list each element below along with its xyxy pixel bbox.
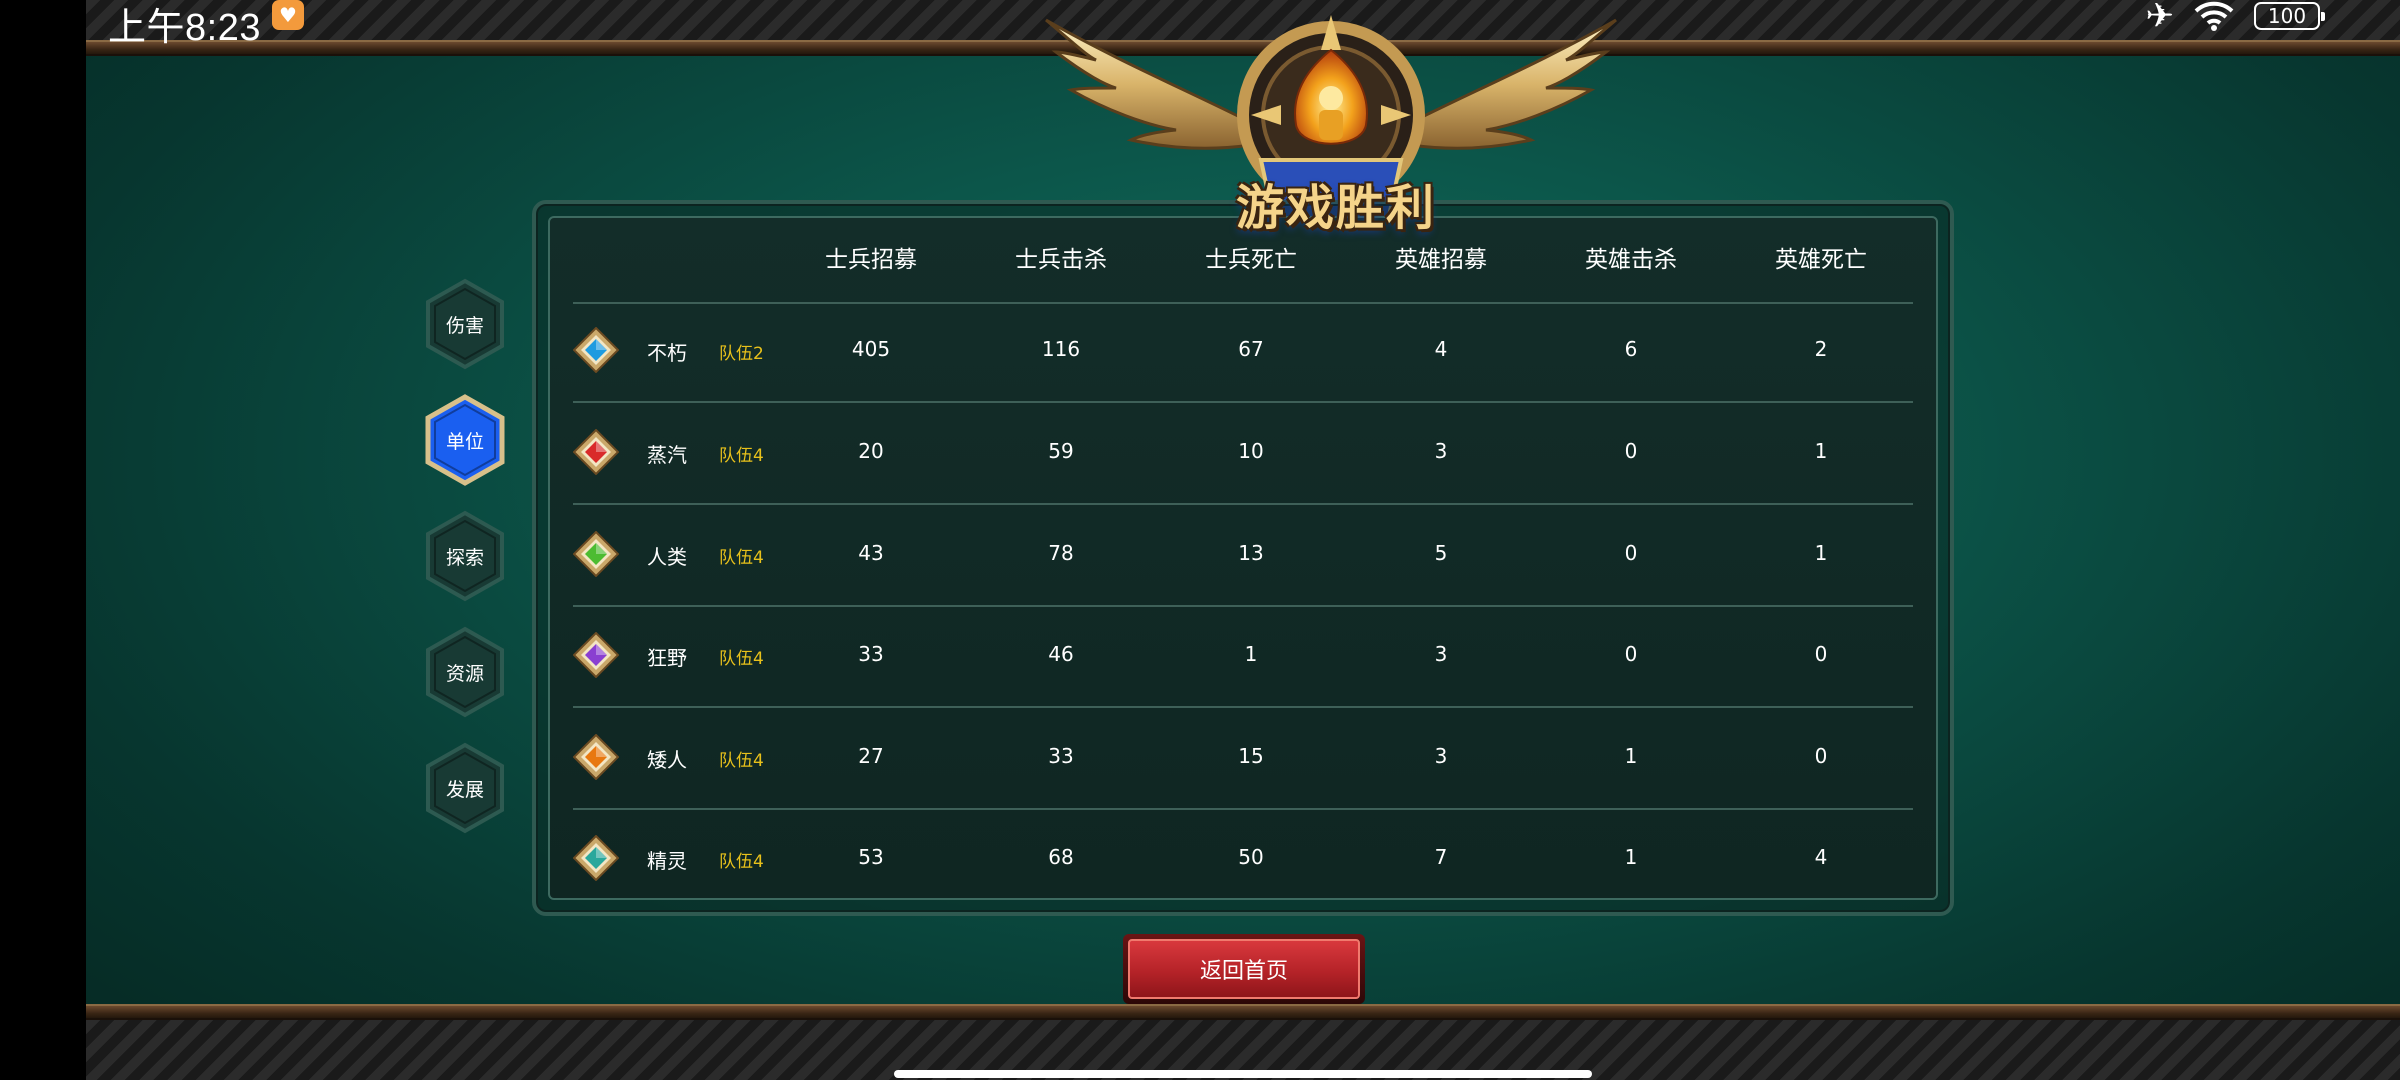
return-home-label: 返回首页 <box>1128 939 1360 999</box>
table-row: 蒸汽 队伍4 20 59 10 3 0 1 <box>573 402 1913 503</box>
stat-cell: 1 <box>1244 642 1258 666</box>
stat-cell: 3 <box>1434 642 1448 666</box>
stat-cell: 0 <box>1624 642 1638 666</box>
column-header: 士兵招募 <box>825 247 917 273</box>
notification-app-icon: ♥ <box>272 0 304 30</box>
stat-cell: 0 <box>1814 642 1828 666</box>
faction-name: 人类 <box>647 545 687 569</box>
faction-gem-icon <box>573 531 619 577</box>
column-header: 英雄招募 <box>1395 247 1487 273</box>
column-header: 英雄击杀 <box>1585 247 1677 273</box>
faction-gem-icon <box>573 835 619 881</box>
team-label: 队伍2 <box>719 344 764 364</box>
side-tab-label: 伤害 <box>445 314 484 337</box>
side-tab[interactable]: 资源 <box>424 626 506 718</box>
wifi-icon <box>2194 1 2234 31</box>
table-row: 狂野 队伍4 33 46 1 3 0 0 <box>573 605 1913 706</box>
home-indicator[interactable] <box>894 1070 1592 1078</box>
stat-cell: 116 <box>1041 337 1081 361</box>
stat-cell: 67 <box>1238 337 1264 361</box>
battery-icon: 100 <box>2254 2 2325 30</box>
screen: 游戏胜利 上午8:23 ♥ ✈ 100 伤害 单位 探索 资源 发展 士兵招募 士兵击杀士… <box>0 0 2400 1080</box>
stat-cell: 1 <box>1814 541 1828 565</box>
stat-cell: 59 <box>1048 439 1074 463</box>
side-tab-label: 发展 <box>445 778 484 801</box>
team-label: 队伍4 <box>719 852 764 872</box>
stat-cell: 27 <box>858 744 884 768</box>
stat-cell: 3 <box>1434 439 1448 463</box>
team-label: 队伍4 <box>719 548 764 568</box>
stat-cell: 3 <box>1434 744 1448 768</box>
team-label: 队伍4 <box>719 649 764 669</box>
stat-cell: 0 <box>1624 439 1638 463</box>
stat-cell: 4 <box>1434 337 1448 361</box>
table-row: 矮人 队伍4 27 33 15 3 1 0 <box>573 707 1913 808</box>
faction-gem-icon <box>573 734 619 780</box>
stat-cell: 15 <box>1238 744 1264 768</box>
stat-cell: 0 <box>1624 541 1638 565</box>
stat-cell: 50 <box>1238 845 1264 869</box>
column-header: 士兵死亡 <box>1205 247 1297 273</box>
faction-name: 不朽 <box>647 341 687 365</box>
side-tab[interactable]: 伤害 <box>424 278 506 370</box>
status-bar: 上午8:23 ♥ ✈ 100 <box>0 0 2400 49</box>
stat-cell: 13 <box>1238 541 1264 565</box>
stat-cell: 405 <box>851 337 891 361</box>
stat-cell: 78 <box>1048 541 1074 565</box>
stat-cell: 33 <box>858 642 884 666</box>
stat-cell: 6 <box>1624 337 1638 361</box>
status-time: 上午8:23 <box>108 7 261 49</box>
stat-cell: 7 <box>1434 845 1448 869</box>
team-label: 队伍4 <box>719 751 764 771</box>
status-right: ✈ 100 <box>2145 0 2325 36</box>
table-row: 人类 队伍4 43 78 13 5 0 1 <box>573 504 1913 605</box>
faction-name: 矮人 <box>647 748 687 772</box>
table-row: 精灵 队伍4 53 68 50 7 1 4 <box>573 808 1913 909</box>
side-tab-label: 资源 <box>445 662 484 685</box>
faction-gem-icon <box>573 429 619 475</box>
stat-cell: 33 <box>1048 744 1074 768</box>
stat-cell: 43 <box>858 541 884 565</box>
faction-name: 蒸汽 <box>647 443 687 467</box>
stat-cell: 68 <box>1048 845 1074 869</box>
side-tab[interactable]: 单位 <box>424 394 506 486</box>
side-tab[interactable]: 探索 <box>424 510 506 602</box>
column-header: 士兵击杀 <box>1015 247 1107 273</box>
stat-cell: 2 <box>1814 337 1828 361</box>
stat-cell: 1 <box>1814 439 1828 463</box>
team-label: 队伍4 <box>719 446 764 466</box>
column-header: 英雄死亡 <box>1775 247 1867 273</box>
return-home-button[interactable]: 返回首页 <box>1123 934 1365 1004</box>
stat-cell: 20 <box>858 439 884 463</box>
stat-cell: 1 <box>1624 845 1638 869</box>
victory-title: 游戏胜利 <box>1235 180 1436 236</box>
side-tab[interactable]: 发展 <box>424 742 506 834</box>
stat-cell: 4 <box>1814 845 1828 869</box>
table-row: 不朽 队伍2 405 116 67 4 6 2 <box>573 300 1913 401</box>
stat-cell: 1 <box>1624 744 1638 768</box>
faction-gem-icon <box>573 632 619 678</box>
airplane-icon: ✈ <box>2145 0 2175 36</box>
faction-gem-icon <box>573 327 619 373</box>
bottom-rail <box>86 1004 2400 1020</box>
stat-cell: 5 <box>1434 541 1448 565</box>
side-tab-label: 探索 <box>445 546 484 569</box>
stat-cell: 53 <box>858 845 884 869</box>
faction-name: 狂野 <box>647 646 687 670</box>
side-tab-label: 单位 <box>445 430 484 453</box>
stat-cell: 46 <box>1048 642 1074 666</box>
faction-name: 精灵 <box>647 849 687 873</box>
stat-cell: 0 <box>1814 744 1828 768</box>
stat-cell: 10 <box>1238 439 1264 463</box>
